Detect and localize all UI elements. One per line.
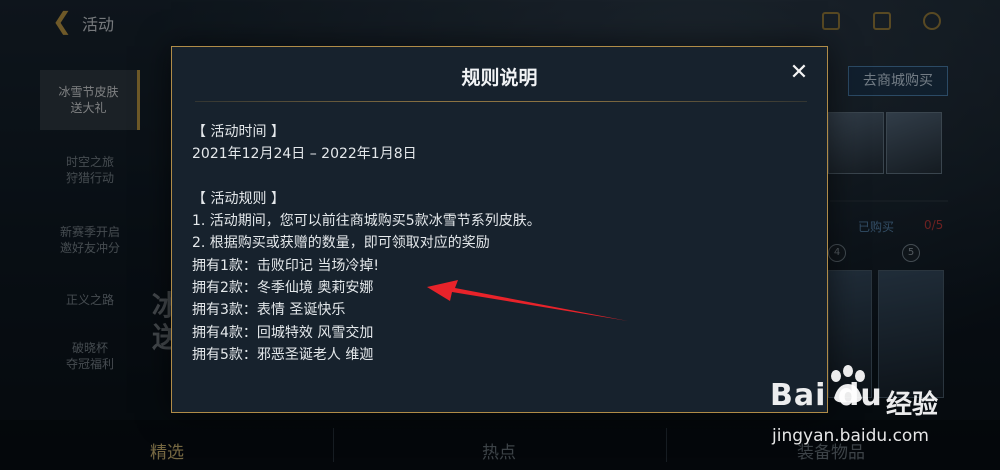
rules-dialog: 规则说明 ✕ 【 活动时间 】 2021年12月24日 – 2022年1月8日 … <box>171 46 828 413</box>
reward-tier: 拥有5款：邪恶圣诞老人 维迦 <box>192 346 374 363</box>
rule-item: 2. 根据购买或获赠的数量，即可领取对应的奖励 <box>192 235 490 252</box>
rule-item: 1. 活动期间，您可以前往商城购买5款冰雪节系列皮肤。 <box>192 213 541 230</box>
section-heading-time: 【 活动时间 】 <box>192 124 285 140</box>
watermark-url: jingyan.baidu.com <box>772 426 929 446</box>
title-divider <box>195 101 807 102</box>
reward-tier: 拥有3款：表情 圣诞快乐 <box>192 302 346 319</box>
close-button[interactable]: ✕ <box>787 61 811 85</box>
baidu-paw-icon <box>831 365 865 403</box>
section-heading-rules: 【 活动规则 】 <box>192 190 285 207</box>
event-dates: 2021年12月24日 – 2022年1月8日 <box>192 146 417 163</box>
reward-tier: 拥有1款：击败印记 当场冷掉! <box>192 257 379 274</box>
dialog-title: 规则说明 <box>461 67 538 89</box>
reward-tier: 拥有2款：冬季仙境 奥莉安娜 <box>192 280 374 297</box>
rules-text: 【 活动时间 】 2021年12月24日 – 2022年1月8日 【 活动规则 … <box>192 121 692 366</box>
watermark-suffix: 经验 <box>886 390 939 420</box>
reward-tier: 拥有4款：回城特效 风雪交加 <box>192 324 374 341</box>
